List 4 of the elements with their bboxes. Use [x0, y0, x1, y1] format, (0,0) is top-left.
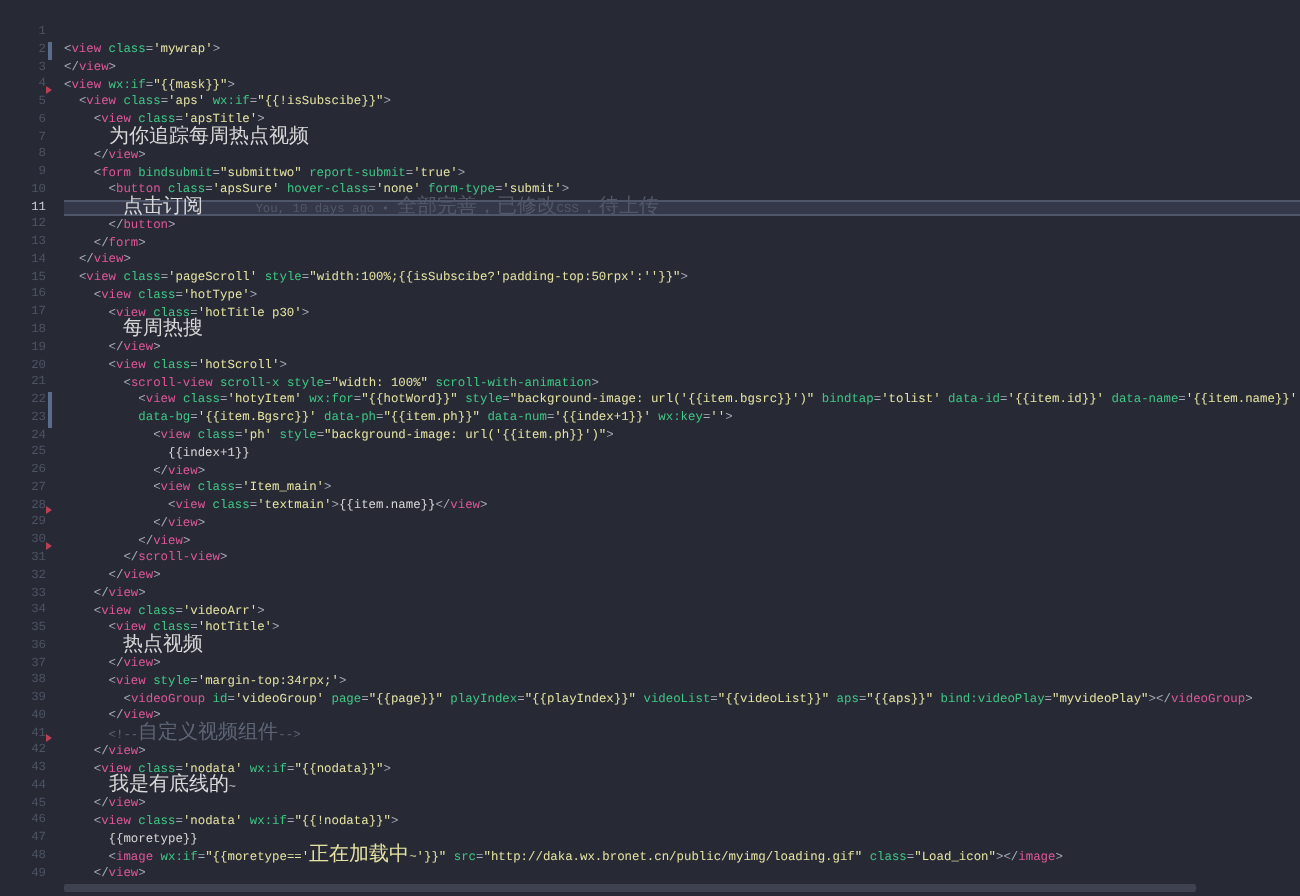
code-line: 点击订阅 [121, 198, 204, 219]
code-line: 为你追踪每周热点视频 [106, 128, 309, 148]
code-line: 每周热搜 [123, 320, 204, 341]
code-line: 热点视频 [121, 636, 204, 657]
